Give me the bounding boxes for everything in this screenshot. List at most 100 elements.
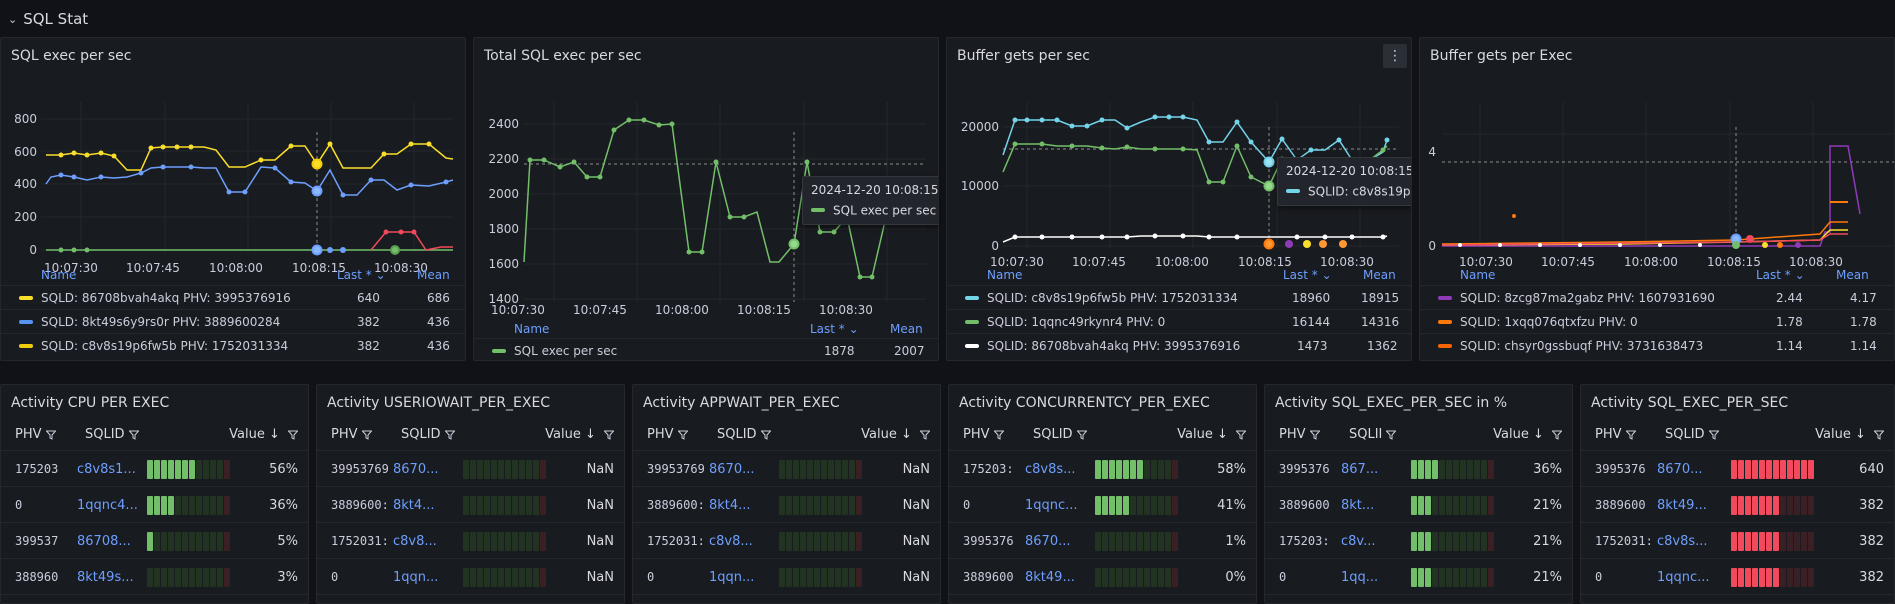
filter-icon[interactable] (1236, 430, 1246, 440)
legend-item[interactable]: SQLID: 1qqnc49rkynr4 PHV: 0 16144 14316 (947, 309, 1411, 333)
panel-table-3[interactable]: Activity CONCURRENTCY_PER_EXEC PHV SQLID Va… (948, 384, 1257, 604)
cell-sqlid-link[interactable]: 8670... (393, 462, 461, 477)
legend-col-last[interactable]: Last * ⌄ (337, 268, 386, 282)
filter-icon[interactable] (920, 430, 930, 440)
col-header-phv[interactable]: PHV (963, 427, 1004, 442)
panel-buffer-gets[interactable]: Buffer gets per sec ⋮ 20000 10000 0 10:0… (946, 37, 1412, 361)
table-row[interactable]: 175203: c8v8s... 58% (949, 452, 1256, 487)
col-header-phv[interactable]: PHV (331, 427, 372, 442)
cell-sqlid-link[interactable]: 1qqn... (709, 570, 777, 585)
filter-icon[interactable] (128, 430, 139, 440)
legend-col-last[interactable]: Last * ⌄ (1283, 268, 1332, 282)
panel-table-5[interactable]: Activity SQL_EXEC_PER_SEC PHV SQLID Value ↓… (1580, 384, 1895, 604)
legend-item[interactable]: SQLD: c8v8s19p6fw5b PHV: 1752031334 382 … (1, 333, 465, 357)
col-header-sqlid[interactable]: SQLII (1349, 427, 1397, 442)
legend-item[interactable]: SQLID: chsyr0gssbuqf PHV: 3731638473 1.1… (1420, 333, 1894, 357)
table-row[interactable]: 175203: c8v... 21% (1265, 524, 1572, 559)
cell-sqlid-link[interactable]: c8v8s... (1657, 534, 1725, 549)
panel-table-0[interactable]: Activity CPU PER EXEC PHV SQLID Value ↓ 175… (0, 384, 309, 604)
legend-col-mean[interactable]: Mean (417, 268, 450, 282)
panel-table-1[interactable]: Activity USERIOWAIT_PER_EXEC PHV SQLID Valu… (316, 384, 625, 604)
col-header-value[interactable]: Value ↓ (1177, 427, 1246, 442)
filter-icon[interactable] (444, 430, 455, 440)
filter-icon[interactable] (45, 430, 56, 440)
cell-sqlid-link[interactable]: 8kt49s... (77, 570, 145, 585)
legend-item[interactable]: SQLID: 8zcg87ma2gabz PHV: 1607931690 2.4… (1420, 285, 1894, 309)
cell-sqlid-link[interactable]: 1qqnc... (1657, 570, 1725, 585)
col-header-sqlid[interactable]: SQLID (401, 427, 455, 442)
cell-sqlid-link[interactable]: 8670... (1657, 462, 1725, 477)
filter-icon[interactable] (1309, 430, 1320, 440)
table-row[interactable]: 3889600: 8kt4... NaN (317, 488, 624, 523)
col-header-value[interactable]: Value ↓ (1493, 427, 1562, 442)
legend-col-name[interactable]: Name (987, 268, 1022, 282)
panel-table-4[interactable]: Activity SQL_EXEC_PER_SEC in % PHV SQLII Va… (1264, 384, 1573, 604)
col-header-value[interactable]: Value ↓ (1815, 427, 1884, 442)
filter-icon[interactable] (1708, 430, 1719, 440)
legend-col-mean[interactable]: Mean (1836, 268, 1869, 282)
cell-sqlid-link[interactable]: 8kt4... (393, 498, 461, 513)
table-row[interactable]: 3995376 8670... 640 (1581, 452, 1894, 487)
legend-col-mean[interactable]: Mean (1363, 268, 1396, 282)
table-row[interactable]: 3889600: 8kt4... NaN (633, 488, 940, 523)
filter-icon[interactable] (677, 430, 688, 440)
table-row[interactable]: 0 1qq... 21% (1265, 560, 1572, 595)
legend-item[interactable]: SQLID: c8v8s19p6fw5b PHV: 1752031334 189… (947, 285, 1411, 309)
col-header-value[interactable]: Value ↓ (545, 427, 614, 442)
table-row[interactable]: 3889600 8kt49... 382 (1581, 488, 1894, 523)
col-header-value[interactable]: Value ↓ (229, 427, 298, 442)
filter-icon[interactable] (1552, 430, 1562, 440)
table-row[interactable]: 3995376 867... 36% (1265, 452, 1572, 487)
filter-icon[interactable] (604, 430, 614, 440)
cell-sqlid-link[interactable]: 8kt49... (1025, 570, 1093, 585)
table-row[interactable]: 1752031: c8v8... NaN (317, 524, 624, 559)
col-header-phv[interactable]: PHV (1279, 427, 1320, 442)
cell-sqlid-link[interactable]: 1qqn... (393, 570, 461, 585)
cell-sqlid-link[interactable]: 1qq... (1341, 570, 1409, 585)
table-row[interactable]: 39953769 8670... NaN (317, 452, 624, 487)
table-row[interactable]: 388960 8kt49s... 3% (1, 560, 308, 595)
cell-sqlid-link[interactable]: c8v8s... (1025, 462, 1093, 477)
row-header[interactable]: ⌄ SQL Stat (8, 8, 88, 30)
cell-sqlid-link[interactable]: 8kt49... (1657, 498, 1725, 513)
legend-col-last[interactable]: Last * ⌄ (810, 322, 859, 336)
table-row[interactable]: 1752031: c8v8... NaN (633, 524, 940, 559)
table-row[interactable]: 1752031: c8v8s... 382 (1581, 524, 1894, 559)
table-row[interactable]: 0 1qqn... NaN (317, 560, 624, 595)
panel-sql-exec[interactable]: SQL exec per sec 800 600 400 200 0 10:07… (0, 37, 466, 361)
legend-item[interactable]: SQLID: 86708bvah4akq PHV: 3995376916 147… (947, 333, 1411, 357)
table-row[interactable]: 3889600 8kt... 21% (1265, 488, 1572, 523)
col-header-value[interactable]: Value ↓ (861, 427, 930, 442)
cell-sqlid-link[interactable]: 8670... (709, 462, 777, 477)
filter-icon[interactable] (1625, 430, 1636, 440)
cell-sqlid-link[interactable]: 8kt... (1341, 498, 1409, 513)
chevron-down-icon[interactable]: ⌄ (8, 13, 17, 26)
cell-sqlid-link[interactable]: 8670... (1025, 534, 1093, 549)
cell-sqlid-link[interactable]: 1qqnc4... (77, 498, 145, 513)
legend-col-last[interactable]: Last * ⌄ (1756, 268, 1805, 282)
filter-icon[interactable] (1386, 430, 1397, 440)
filter-icon[interactable] (1076, 430, 1087, 440)
filter-icon[interactable] (288, 430, 298, 440)
cell-sqlid-link[interactable]: c8v... (1341, 534, 1409, 549)
col-header-sqlid[interactable]: SQLID (1033, 427, 1087, 442)
col-header-phv[interactable]: PHV (15, 427, 56, 442)
panel-menu-button[interactable]: ⋮ (1383, 44, 1407, 68)
cell-sqlid-link[interactable]: 86708... (77, 534, 145, 549)
legend-item[interactable]: SQL exec per sec 1878 2007 (474, 338, 938, 360)
col-header-phv[interactable]: PHV (647, 427, 688, 442)
cell-sqlid-link[interactable]: 867... (1341, 462, 1409, 477)
cell-sqlid-link[interactable]: 8kt4... (709, 498, 777, 513)
table-row[interactable]: 3995376 8670... 1% (949, 524, 1256, 559)
table-row[interactable]: 0 1qqnc... 41% (949, 488, 1256, 523)
legend-col-name[interactable]: Name (41, 268, 76, 282)
panel-buffer-per-exec[interactable]: Buffer gets per Exec 4 0 10:07:30 10:07:… (1419, 37, 1895, 361)
table-row[interactable]: 3889600 8kt49... 0% (949, 560, 1256, 595)
col-header-phv[interactable]: PHV (1595, 427, 1636, 442)
legend-col-mean[interactable]: Mean (890, 322, 923, 336)
cell-sqlid-link[interactable]: c8v8... (709, 534, 777, 549)
col-header-sqlid[interactable]: SQLID (717, 427, 771, 442)
table-row[interactable]: 0 1qqnc4... 36% (1, 488, 308, 523)
legend-item[interactable]: SQLID: 1xqq076qtxfzu PHV: 0 1.78 1.78 (1420, 309, 1894, 333)
chart-buffer-per-exec[interactable]: 4 0 10:07:30 10:07:45 10:08:00 10:08:15 … (1420, 82, 1895, 272)
